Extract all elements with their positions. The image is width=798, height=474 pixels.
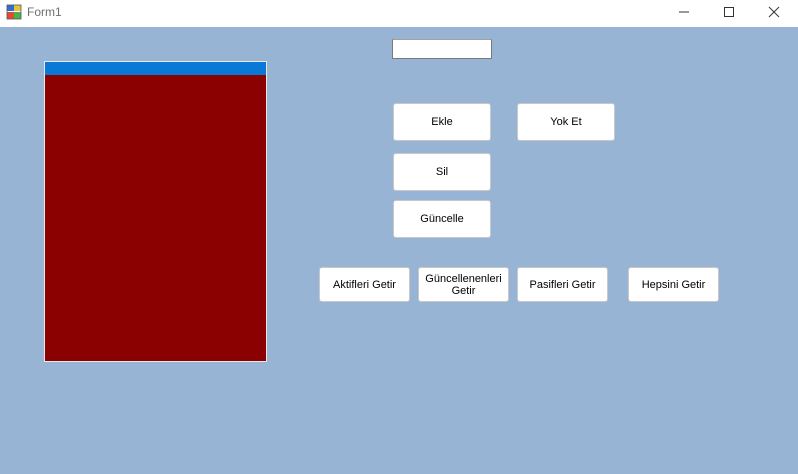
pasifleri-getir-button[interactable]: Pasifleri Getir [517,267,608,302]
maximize-icon [723,5,735,23]
close-icon [768,5,780,23]
guncelle-button[interactable]: Güncelle [393,200,491,238]
close-button[interactable] [751,0,797,27]
minimize-button[interactable] [661,0,707,27]
guncellenenleri-getir-button[interactable]: Güncellenenleri Getir [418,267,509,302]
app-icon [6,4,22,20]
ekle-button[interactable]: Ekle [393,103,491,141]
selected-list-item[interactable] [45,62,266,75]
sil-button[interactable]: Sil [393,153,491,191]
yok-et-button[interactable]: Yok Et [517,103,615,141]
hepsini-getir-button[interactable]: Hepsini Getir [628,267,719,302]
aktifleri-getir-button[interactable]: Aktifleri Getir [319,267,410,302]
text-input[interactable] [392,39,492,59]
items-listbox[interactable] [44,61,267,362]
minimize-icon [678,5,690,23]
window-title: Form1 [27,5,62,19]
title-bar: Form1 [0,0,798,27]
maximize-button[interactable] [706,0,752,27]
